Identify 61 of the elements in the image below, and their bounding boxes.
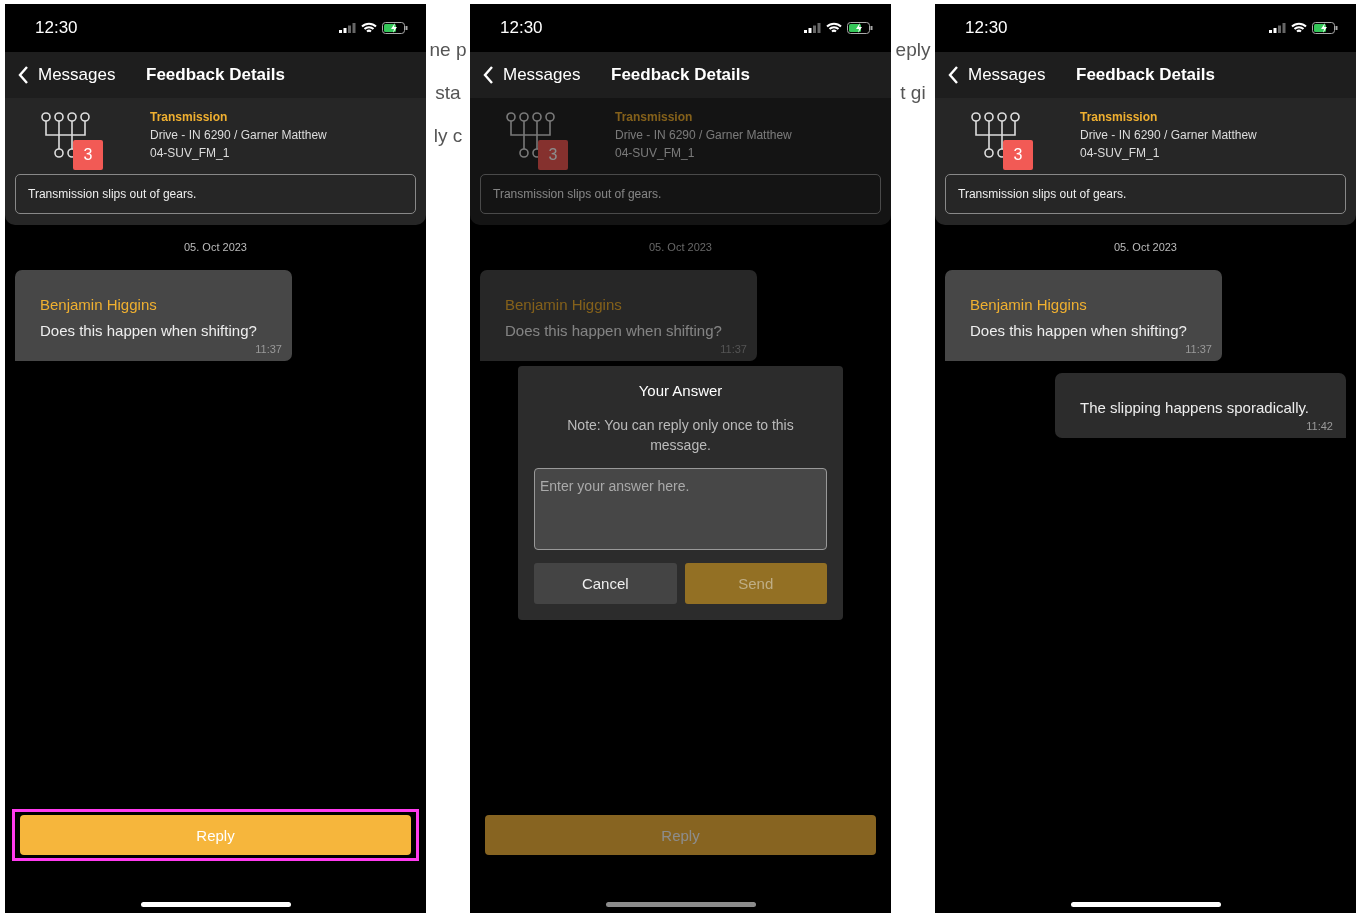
author-name: Benjamin Higgins xyxy=(505,296,623,313)
battery-icon xyxy=(1312,22,1338,34)
author-name: Benjamin Higgins xyxy=(40,296,158,313)
back-button[interactable]: Messages xyxy=(948,65,1076,85)
wifi-icon xyxy=(826,22,842,34)
date-label: 05. Oct 2023 xyxy=(183,241,248,253)
gear-shift-icon xyxy=(40,112,90,158)
battery-icon xyxy=(847,22,873,34)
screen-title: Feedback Details xyxy=(1076,65,1215,85)
vehicle-label: Drive - IN 6290 / Garner Matthew xyxy=(615,128,792,142)
message-time: 11:37 xyxy=(1185,343,1212,355)
background-text: eply xyxy=(895,38,931,62)
chevron-left-icon xyxy=(18,66,29,84)
signal-icon xyxy=(1269,23,1286,33)
code-label: 04-SUV_FM_1 xyxy=(1080,146,1161,160)
back-button[interactable]: Messages xyxy=(18,65,146,85)
topic-label: Transmission xyxy=(615,110,694,124)
background-text: ly c xyxy=(433,124,463,148)
status-time: 12:30 xyxy=(965,18,1008,38)
gear-shift-icon xyxy=(505,112,555,158)
vehicle-label: Drive - IN 6290 / Garner Matthew xyxy=(150,128,327,142)
answer-field[interactable]: Enter your answer here. xyxy=(534,468,827,550)
background-text: ne p xyxy=(429,38,467,62)
count-badge: 3 xyxy=(73,140,103,170)
screen-title: Feedback Details xyxy=(611,65,750,85)
gear-shift-icon xyxy=(970,112,1020,158)
message-text: Does this happen when shifting? xyxy=(505,322,723,339)
dialog-title: Your Answer xyxy=(638,382,723,399)
description-box: Transmission slips out of gears. xyxy=(945,174,1346,214)
description-box: Transmission slips out of gears. xyxy=(15,174,416,214)
code-label: 04-SUV_FM_1 xyxy=(150,146,231,160)
signal-icon xyxy=(804,23,821,33)
topic-label: Transmission xyxy=(1080,110,1159,124)
chevron-left-icon xyxy=(483,66,494,84)
count-badge: 3 xyxy=(538,140,568,170)
date-label: 05. Oct 2023 xyxy=(648,241,713,253)
cancel-button[interactable]: Cancel xyxy=(534,563,677,604)
status-time: 12:30 xyxy=(35,18,78,38)
date-label: 05. Oct 2023 xyxy=(1113,241,1178,253)
chevron-left-icon xyxy=(948,66,959,84)
message-text: Does this happen when shifting? xyxy=(40,322,258,339)
back-button[interactable]: Messages xyxy=(483,65,611,85)
message-time: 11:42 xyxy=(1306,420,1333,432)
wifi-icon xyxy=(1291,22,1307,34)
author-name: Benjamin Higgins xyxy=(970,296,1088,313)
vehicle-label: Drive - IN 6290 / Garner Matthew xyxy=(1080,128,1257,142)
message-text: The slipping happens sporadically. xyxy=(1080,399,1311,416)
screen-title: Feedback Details xyxy=(146,65,285,85)
count-badge: 3 xyxy=(1003,140,1033,170)
wifi-icon xyxy=(361,22,377,34)
code-label: 04-SUV_FM_1 xyxy=(615,146,696,160)
message-text: Does this happen when shifting? xyxy=(970,322,1188,339)
description-box: Transmission slips out of gears. xyxy=(480,174,881,214)
background-text: t gi xyxy=(900,81,926,105)
topic-label: Transmission xyxy=(150,110,229,124)
dialog-note: Note: You can reply only once to this message. xyxy=(566,416,795,455)
battery-icon xyxy=(382,22,408,34)
background-text: sta xyxy=(435,81,461,105)
message-time: 11:37 xyxy=(255,343,282,355)
signal-icon xyxy=(339,23,356,33)
status-time: 12:30 xyxy=(500,18,543,38)
